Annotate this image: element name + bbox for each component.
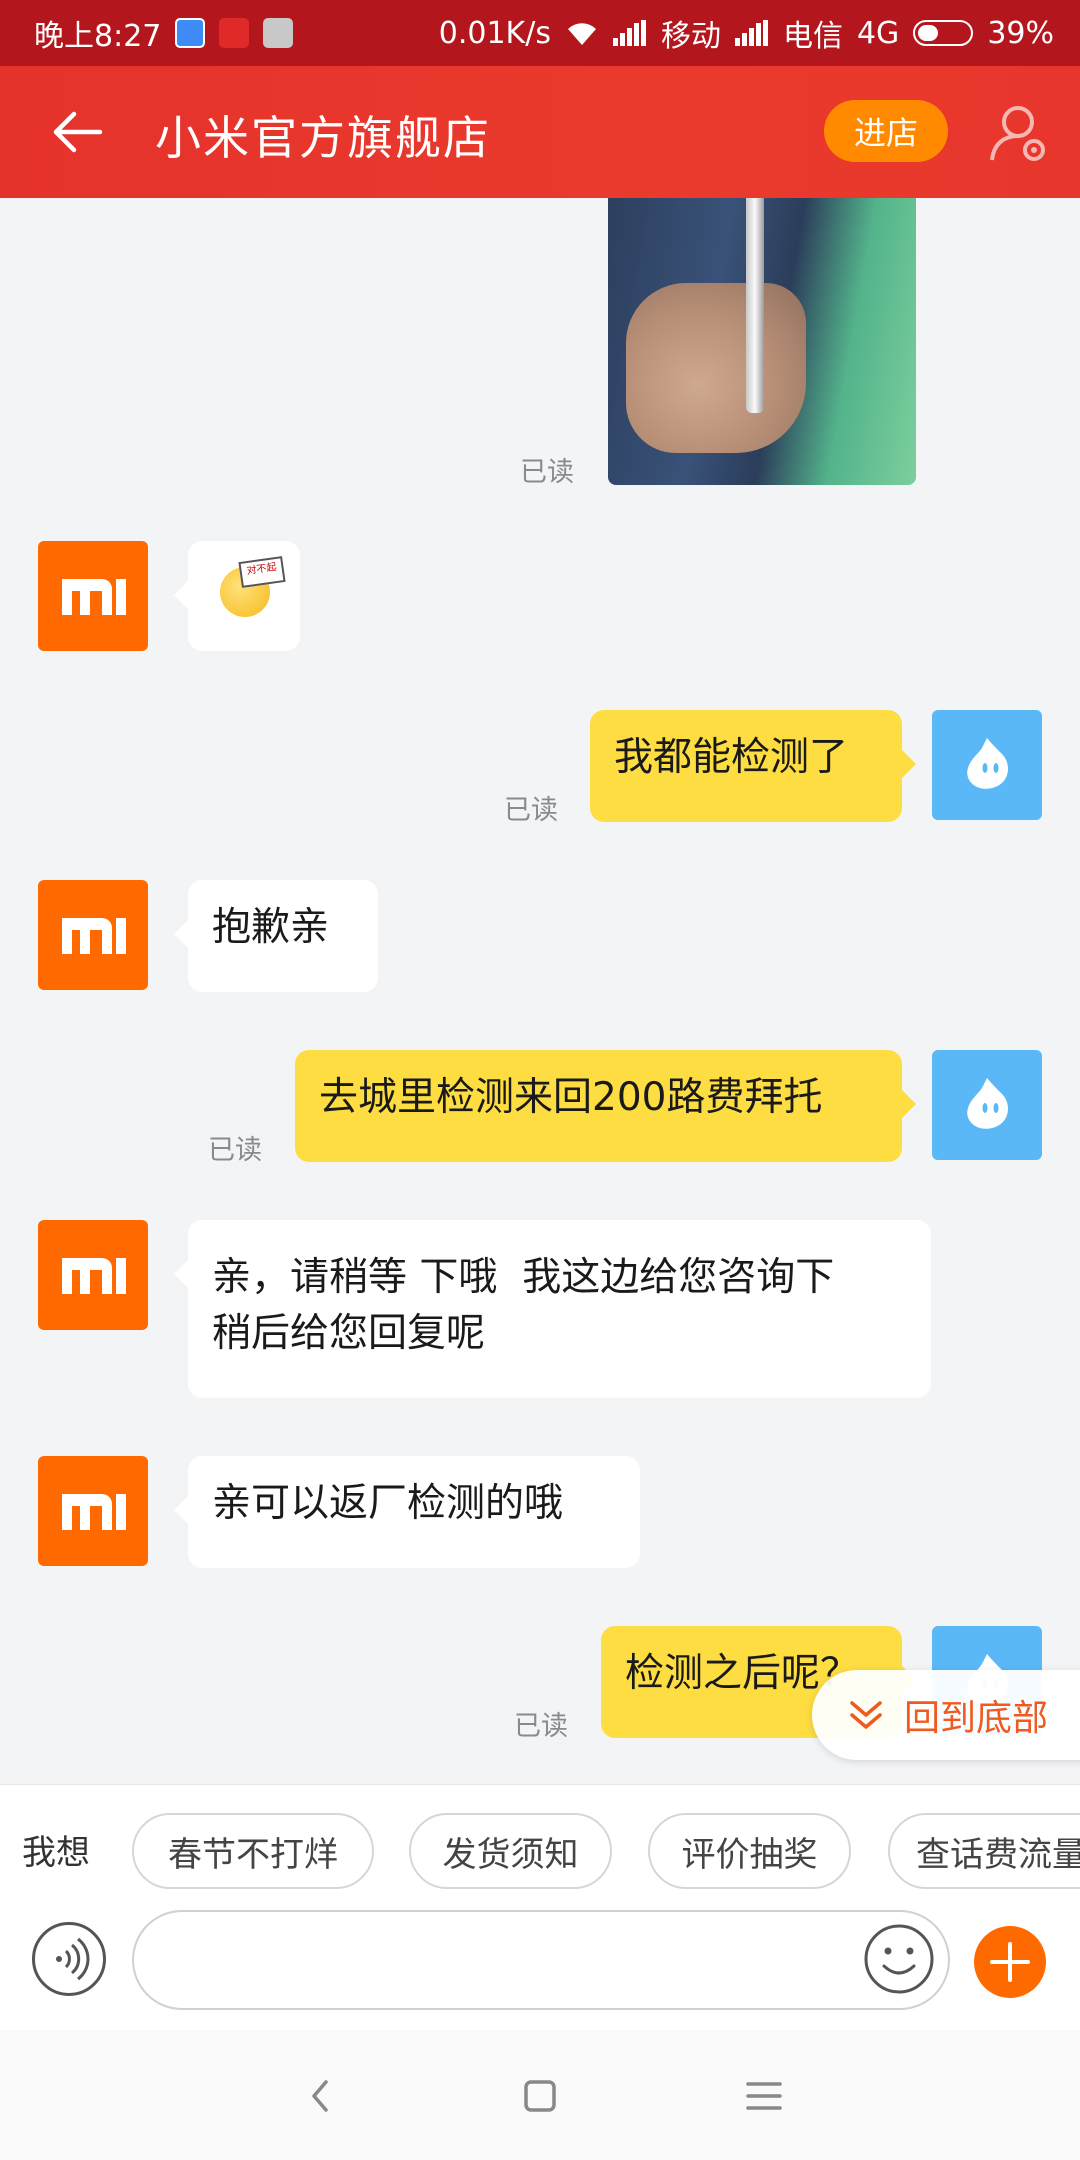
voice-button[interactable]	[32, 1922, 106, 1996]
quick-reply-bar: 我想 春节不打烊 发货须知 评价抽奖 查话费流量	[0, 1784, 1080, 1903]
app-notification-icon	[263, 18, 294, 48]
quick-reply-prefix: 我想	[22, 1833, 90, 1873]
back-arrow-icon	[53, 111, 103, 153]
sticker-sign: 对不起	[238, 556, 286, 588]
message-text-line: 亲，请稍等 下哦 我这边给您咨询下	[212, 1255, 835, 1300]
nav-menu-icon	[746, 2082, 782, 2110]
mi-logo-icon	[62, 1494, 126, 1530]
message-text-line: 稍后给您回复呢	[212, 1311, 486, 1356]
message-bubble[interactable]: 去城里检测来回200路费拜托	[295, 1050, 916, 1162]
battery-icon	[913, 20, 974, 46]
wifi-icon	[567, 23, 596, 45]
message-input[interactable]	[132, 1910, 950, 2010]
carrier-2: 电信	[782, 19, 843, 54]
user-avatar[interactable]	[932, 710, 1042, 820]
nav-back-icon	[312, 2080, 328, 2112]
message-bubble[interactable]: 亲，请稍等 下哦 我这边给您咨询下 稍后给您回复呢	[174, 1220, 931, 1398]
plus-button[interactable]	[974, 1926, 1046, 1998]
signal-icon	[734, 20, 769, 46]
message-bubble[interactable]: 我都能检测了	[590, 710, 916, 822]
user-avatar[interactable]	[932, 1050, 1042, 1160]
message-text: 亲可以返厂检测的哦	[212, 1481, 564, 1526]
photo-content	[626, 283, 806, 453]
app-notification-icon	[219, 18, 250, 48]
read-status: 已读	[208, 1135, 262, 1166]
emoji-icon	[864, 1924, 934, 1994]
mi-store-avatar[interactable]	[38, 880, 148, 990]
quick-reply-chip[interactable]: 发货须知	[409, 1813, 612, 1889]
photo-content	[746, 198, 764, 413]
net-speed: 0.01K/s	[438, 15, 551, 51]
nav-back-button[interactable]	[290, 2066, 350, 2126]
chat-header: 小米官方旗舰店 进店	[0, 66, 1080, 198]
carrier-1: 移动	[660, 19, 721, 54]
user-settings-icon	[990, 106, 1045, 161]
back-button[interactable]	[48, 104, 108, 160]
quick-reply-chip[interactable]: 评价抽奖	[648, 1813, 851, 1889]
message-bubble[interactable]: 亲可以返厂检测的哦	[174, 1456, 640, 1568]
status-bar: 晚上8:27 0.01K/s 移动 电信 4G 39%	[0, 0, 1080, 66]
input-bar	[0, 1902, 1080, 2031]
status-time: 晚上8:27	[34, 19, 162, 54]
profile-settings-button[interactable]	[984, 98, 1054, 168]
emoji-button[interactable]	[862, 1922, 936, 1996]
mi-store-avatar[interactable]	[38, 1220, 148, 1330]
scroll-to-bottom-label: 回到底部	[904, 1698, 1049, 1739]
mi-store-avatar[interactable]	[38, 541, 148, 651]
message-text: 抱歉亲	[212, 905, 330, 950]
network-type: 4G	[856, 15, 900, 51]
mi-logo-icon	[62, 918, 126, 954]
user-avatar-icon	[967, 1078, 1008, 1129]
voice-icon	[56, 1937, 90, 1981]
mi-store-avatar[interactable]	[38, 1456, 148, 1566]
read-status: 已读	[520, 457, 574, 488]
battery-level: 39%	[987, 15, 1054, 51]
plus-icon	[990, 1942, 1030, 1982]
security-shield-icon	[175, 18, 206, 48]
system-nav-bar	[0, 2030, 1080, 2160]
nav-menu-button[interactable]	[734, 2066, 794, 2126]
scroll-to-bottom-button[interactable]: 回到底部	[812, 1670, 1080, 1760]
sticker-message[interactable]: 对不起	[174, 541, 300, 651]
nav-home-icon	[524, 2080, 556, 2112]
chat-messages[interactable]: 已读 对不起 已读 我都能检测了 抱歉亲 已读 去城里检测来回200路费拜托 亲…	[0, 198, 1080, 1784]
quick-reply-chip[interactable]: 查话费流量	[888, 1813, 1080, 1889]
nav-home-button[interactable]	[510, 2066, 570, 2126]
signal-icon	[612, 20, 647, 46]
store-title: 小米官方旗舰店	[155, 111, 491, 165]
read-status: 已读	[504, 795, 558, 826]
user-avatar-icon	[967, 738, 1008, 789]
sent-image[interactable]	[608, 198, 916, 485]
message-bubble[interactable]: 抱歉亲	[174, 880, 378, 992]
message-text: 去城里检测来回200路费拜托	[319, 1075, 823, 1120]
mi-logo-icon	[62, 579, 126, 615]
quick-reply-chip[interactable]: 春节不打烊	[132, 1813, 374, 1889]
read-status: 已读	[514, 1711, 568, 1742]
chevron-down-icon	[850, 1701, 882, 1729]
mi-logo-icon	[62, 1258, 126, 1294]
enter-store-button[interactable]: 进店	[824, 100, 948, 162]
message-text: 我都能检测了	[614, 735, 849, 780]
